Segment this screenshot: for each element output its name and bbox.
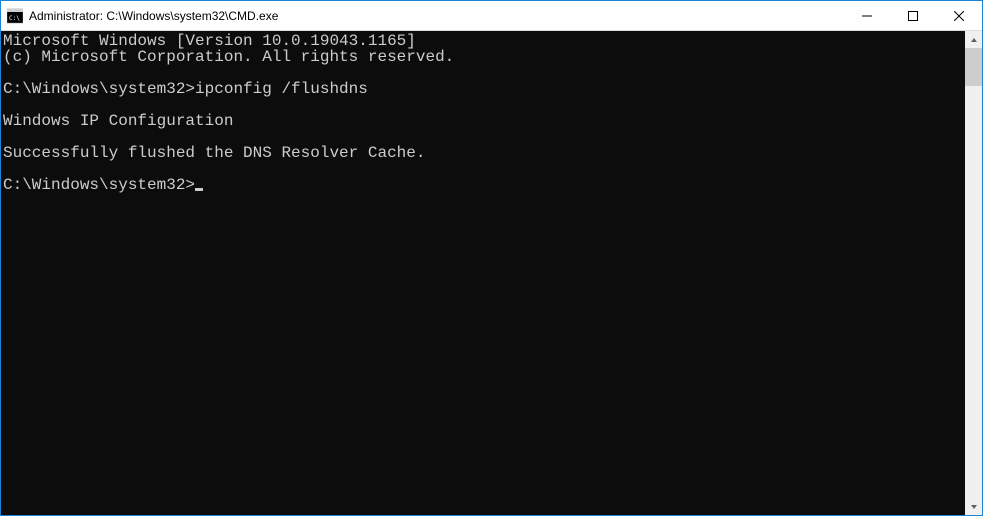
cursor-icon <box>195 188 203 191</box>
prompt-text: C:\Windows\system32> <box>3 176 195 194</box>
console-line <box>3 129 965 145</box>
console-line: Windows IP Configuration <box>3 113 965 129</box>
vertical-scrollbar[interactable] <box>965 31 982 515</box>
titlebar: C:\ Administrator: C:\Windows\system32\C… <box>1 1 982 31</box>
close-button[interactable] <box>936 1 982 30</box>
window-controls <box>844 1 982 30</box>
console-output[interactable]: Microsoft Windows [Version 10.0.19043.11… <box>1 31 965 515</box>
minimize-button[interactable] <box>844 1 890 30</box>
scrollbar-thumb[interactable] <box>965 48 982 86</box>
console-line <box>3 65 965 81</box>
svg-text:C:\: C:\ <box>9 15 20 22</box>
console-line <box>3 97 965 113</box>
console-line <box>3 161 965 177</box>
maximize-button[interactable] <box>890 1 936 30</box>
cmd-icon: C:\ <box>7 8 23 24</box>
console-line: (c) Microsoft Corporation. All rights re… <box>3 49 965 65</box>
scrollbar-track[interactable] <box>965 48 982 498</box>
console-area: Microsoft Windows [Version 10.0.19043.11… <box>1 31 982 515</box>
console-line: Microsoft Windows [Version 10.0.19043.11… <box>3 33 965 49</box>
scroll-down-arrow-icon[interactable] <box>965 498 982 515</box>
window-title: Administrator: C:\Windows\system32\CMD.e… <box>29 9 844 23</box>
console-line: C:\Windows\system32>ipconfig /flushdns <box>3 81 965 97</box>
console-prompt[interactable]: C:\Windows\system32> <box>3 177 965 193</box>
console-line: Successfully flushed the DNS Resolver Ca… <box>3 145 965 161</box>
scroll-up-arrow-icon[interactable] <box>965 31 982 48</box>
